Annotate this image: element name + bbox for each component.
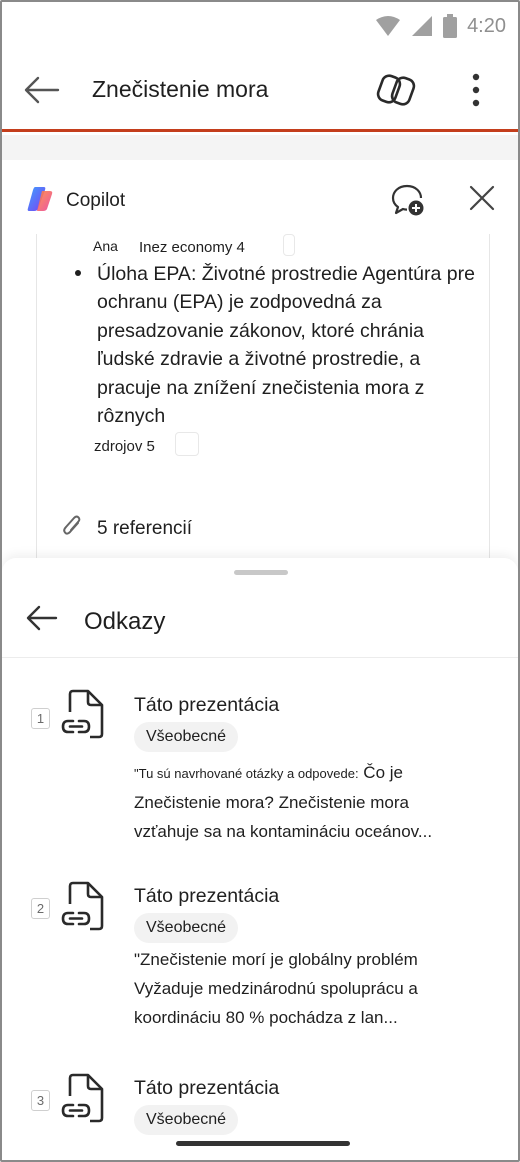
copilot-logo-icon [26,185,54,213]
ref-source[interactable]: Inez economy 4 [139,239,245,256]
reference-snippet: "Tu sú navrhované otázky a odpovede: Čo … [134,758,474,846]
ref-source-5[interactable]: zdrojov 5 [94,438,155,455]
copilot-header: Copilot [2,160,518,238]
reference-number: 3 [31,1090,50,1111]
reference-title: Táto prezentácia [134,1077,280,1099]
paperclip-icon [61,514,83,543]
sheet-title: Odkazy [84,608,166,635]
reference-title: Táto prezentácia [134,885,280,907]
citation-box [283,234,295,256]
references-sheet: Odkazy 1 Táto prezentácia Všeobecné "Tu … [2,558,518,1160]
battery-icon [443,14,458,38]
reference-title: Táto prezentácia [134,694,280,716]
status-bar: 4:20 [2,2,518,50]
wifi-icon [375,15,401,37]
gesture-nav-bar[interactable] [176,1141,350,1146]
reference-number: 2 [31,898,50,919]
new-chat-icon[interactable] [390,182,426,218]
sensitivity-tag: Všeobecné [134,913,239,943]
sensitivity-tag: Všeobecné [134,1105,239,1135]
page-title: Znečistenie mora [92,76,269,102]
snippet-lead: "Tu sú navrhované otázky a odpovede: [134,766,359,781]
bullet-dot [75,270,81,276]
references-count: 5 referencií [97,517,193,539]
back-arrow-icon[interactable] [26,602,58,634]
back-arrow-icon[interactable] [24,72,60,108]
linked-document-icon [60,1072,106,1126]
sensitivity-tag: Všeobecné [134,722,239,752]
app-frame: 4:20 Znečistenie mora Copilot Ana Inez e… [0,0,520,1162]
close-icon[interactable] [468,184,496,212]
signal-icon [411,15,433,37]
linked-document-icon [60,880,106,934]
app-header: Znečistenie mora [2,50,518,132]
reference-number: 1 [31,708,50,729]
clock: 4:20 [467,14,506,37]
copilot-response-card: Ana Inez economy 4 Úloha EPA: Životné pr… [36,234,490,564]
drag-handle[interactable] [234,570,288,575]
more-options-icon[interactable] [464,70,488,110]
pane-divider [2,135,518,161]
citation-box [175,432,199,456]
reference-snippet: "Znečistenie morí je globálny problém Vy… [134,950,418,1027]
response-bullet-text: Úloha EPA: Životné prostredie Agentúra p… [97,263,475,428]
copilot-toggle-icon[interactable] [376,70,416,110]
copilot-title: Copilot [66,190,126,211]
divider [2,657,518,658]
linked-document-icon [60,688,106,742]
ref-author: Ana [93,238,118,254]
references-link[interactable]: 5 referencií [61,514,192,543]
